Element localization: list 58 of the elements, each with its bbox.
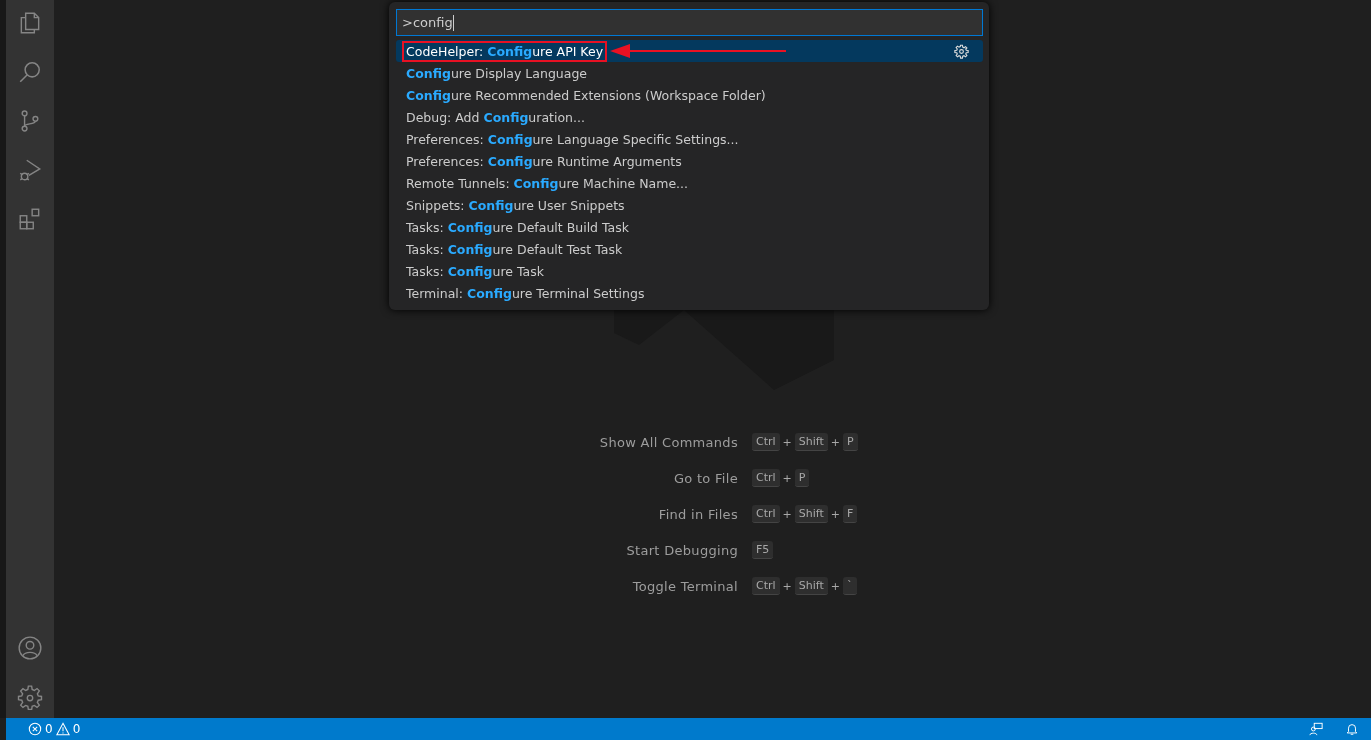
plus-sign: + — [782, 507, 792, 521]
key-cap: F — [843, 505, 858, 523]
warning-count[interactable]: 0 — [72, 722, 81, 736]
command-item[interactable]: Remote Tunnels: Configure Machine Name... — [396, 172, 983, 194]
command-input[interactable]: >config — [396, 9, 983, 36]
command-item[interactable]: Preferences: Configure Language Specific Settings... — [396, 128, 983, 150]
shortcut-label: Go to File — [672, 470, 738, 486]
command-item[interactable]: Tasks: Configure Default Test Task — [396, 238, 983, 260]
error-count[interactable]: 0 — [45, 722, 53, 736]
shortcut-label: Show All Commands — [598, 434, 738, 450]
shortcut-label: Toggle Terminal — [631, 578, 738, 594]
command-label: Snippets: Configure User Snippets — [406, 197, 625, 213]
key-cap: ` — [843, 577, 857, 595]
shortcut-label: Start Debugging — [625, 542, 738, 558]
command-label: CodeHelper: Configure API Key — [405, 43, 605, 59]
key-cap: Ctrl — [752, 577, 780, 595]
command-item[interactable]: Preferences: Configure Runtime Arguments — [396, 150, 983, 172]
key-cap: Shift — [794, 577, 828, 595]
command-item[interactable]: Tasks: Configure Default Build Task — [396, 216, 983, 238]
run-debug-icon[interactable] — [17, 157, 43, 183]
shortcut-label: Find in Files — [657, 506, 738, 522]
key-cap: Ctrl — [752, 433, 780, 451]
plus-sign: + — [830, 579, 841, 593]
warning-icon[interactable] — [55, 722, 70, 736]
command-label: Preferences: Configure Runtime Arguments — [406, 153, 682, 169]
command-label: Configure Recommended Extensions (Workspace Folder) — [406, 87, 766, 103]
command-item[interactable]: Terminal: Configure Terminal Settings — [396, 282, 983, 304]
key-cap: Ctrl — [752, 505, 780, 523]
command-label: Configure Display Language — [406, 65, 588, 81]
bell-icon[interactable] — [1345, 722, 1359, 736]
plus-sign: + — [782, 435, 792, 449]
plus-sign: + — [830, 507, 841, 521]
key-cap: Shift — [794, 505, 828, 523]
key-cap: Shift — [794, 433, 828, 451]
plus-sign: + — [782, 579, 792, 593]
command-item[interactable]: Tasks: Configure Task — [396, 260, 983, 282]
plus-sign: + — [782, 471, 792, 485]
command-label: Terminal: Configure Terminal Settings — [406, 285, 645, 301]
account-icon[interactable] — [17, 635, 43, 661]
search-icon[interactable] — [17, 59, 43, 85]
key-cap: P — [794, 469, 810, 487]
command-item[interactable]: CodeHelper: Configure API Key — [396, 40, 983, 62]
plus-sign: + — [830, 435, 841, 449]
command-label: Tasks: Configure Task — [406, 263, 544, 279]
command-label: Debug: Add Configuration... — [406, 109, 585, 125]
command-label: Tasks: Configure Default Test Task — [406, 241, 623, 257]
key-cap: Ctrl — [752, 469, 780, 487]
command-item[interactable]: Configure Recommended Extensions (Workspace Folder) — [396, 84, 983, 106]
command-item[interactable]: Snippets: Configure User Snippets — [396, 194, 983, 216]
command-item[interactable]: Debug: Add Configuration... — [396, 106, 983, 128]
command-label: Remote Tunnels: Configure Machine Name... — [406, 175, 688, 191]
feedback-icon[interactable] — [1309, 722, 1323, 736]
error-icon[interactable] — [28, 722, 42, 736]
command-label: Preferences: Configure Language Specific Settings... — [406, 131, 739, 147]
key-cap: P — [843, 433, 858, 451]
command-item[interactable]: Configure Display Language — [396, 62, 983, 84]
key-cap: F5 — [752, 541, 774, 559]
command-label: Tasks: Configure Default Build Task — [406, 219, 629, 235]
